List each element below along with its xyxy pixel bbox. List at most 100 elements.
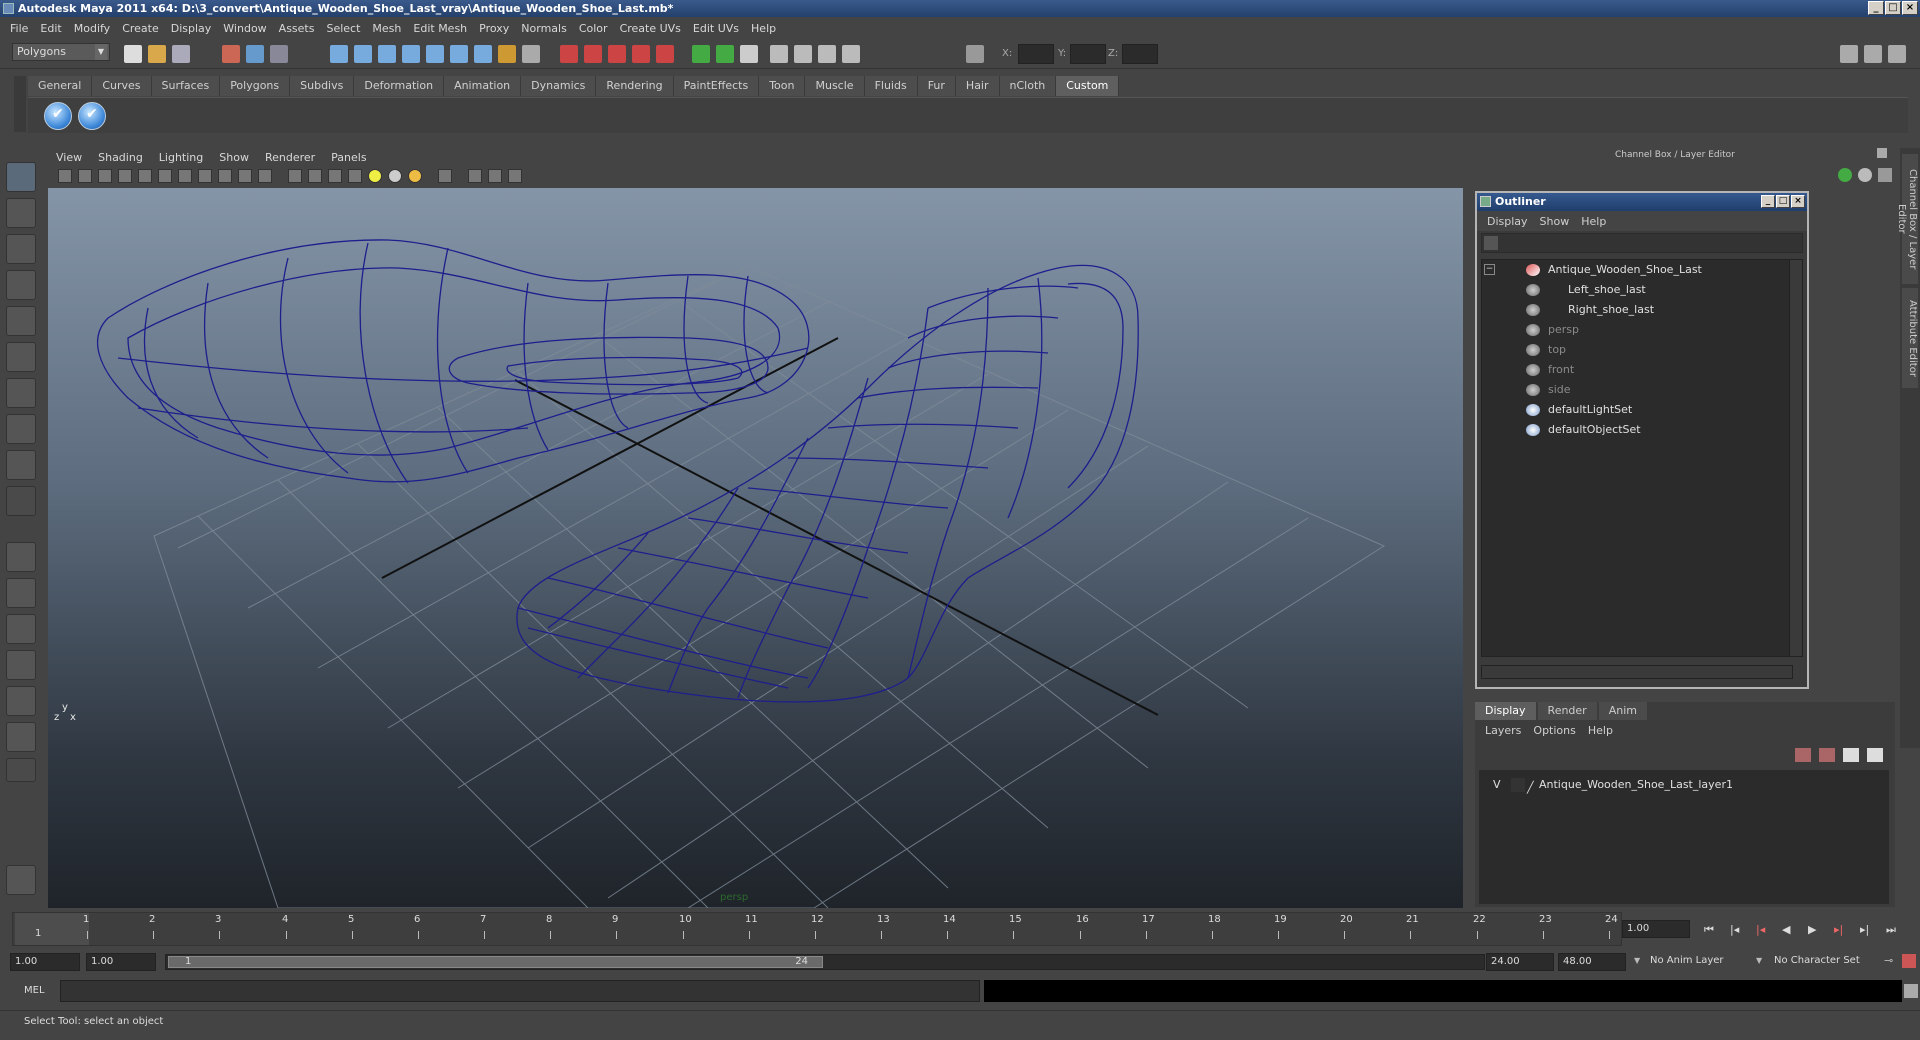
- perspective-viewport[interactable]: y x z persp: [48, 188, 1463, 908]
- outliner-item-right-shoe[interactable]: Right_shoe_last: [1482, 300, 1782, 320]
- rotate-tool-icon[interactable]: [6, 306, 36, 336]
- tool-settings-toggle-icon[interactable]: [1864, 45, 1882, 63]
- outliner-maximize-button[interactable]: □: [1776, 195, 1790, 208]
- outliner-vertical-scrollbar[interactable]: [1789, 259, 1803, 657]
- menu-select[interactable]: Select: [320, 22, 366, 35]
- shelf-tab-fur[interactable]: Fur: [917, 76, 956, 96]
- select-tool-icon[interactable]: [6, 162, 36, 192]
- shelf-tab-deformation[interactable]: Deformation: [354, 76, 445, 96]
- help-icon[interactable]: [474, 45, 492, 63]
- menu-create-uvs[interactable]: Create UVs: [614, 22, 687, 35]
- scale-tool-icon[interactable]: [6, 342, 36, 372]
- menu-mesh[interactable]: Mesh: [366, 22, 407, 35]
- isolate-select-icon[interactable]: [438, 169, 452, 183]
- step-forward-frame-icon[interactable]: ▸|: [1834, 923, 1843, 936]
- menu-create[interactable]: Create: [116, 22, 165, 35]
- menu-edit-mesh[interactable]: Edit Mesh: [407, 22, 473, 35]
- menu-color[interactable]: Color: [573, 22, 614, 35]
- layer-row[interactable]: V ╱ Antique_Wooden_Shoe_Last_layer1: [1479, 776, 1889, 794]
- menu-edit[interactable]: Edit: [34, 22, 67, 35]
- layer-color-swatch-icon[interactable]: ╱: [1527, 779, 1534, 797]
- viewport-menu-view[interactable]: View: [48, 151, 90, 164]
- layer-tab-display[interactable]: Display: [1475, 702, 1536, 720]
- channel-box-close-icon[interactable]: [1877, 148, 1887, 158]
- outliner-item-front[interactable]: front: [1482, 360, 1782, 380]
- shelf-tab-fluids[interactable]: Fluids: [864, 76, 918, 96]
- shelf-tab-surfaces[interactable]: Surfaces: [151, 76, 221, 96]
- layer-menu-options[interactable]: Options: [1527, 724, 1581, 737]
- outliner-menu-help[interactable]: Help: [1575, 215, 1612, 228]
- playback-start-field[interactable]: 1.00: [86, 953, 156, 971]
- ambient-icon[interactable]: [794, 45, 812, 63]
- layer-type-toggle[interactable]: [1511, 778, 1525, 792]
- field-chart-icon[interactable]: [218, 169, 232, 183]
- four-view-layout-icon[interactable]: [6, 578, 36, 608]
- current-time-field[interactable]: 1.00: [1622, 920, 1690, 938]
- mel-command-input[interactable]: [60, 980, 980, 1002]
- new-layer-icon[interactable]: [1843, 748, 1859, 762]
- lasso-tool-icon[interactable]: [6, 198, 36, 228]
- safe-action-icon[interactable]: [238, 169, 252, 183]
- image-plane-icon[interactable]: [118, 169, 132, 183]
- menu-file[interactable]: File: [4, 22, 34, 35]
- select-camera-icon[interactable]: [58, 169, 72, 183]
- viewport-menu-lighting[interactable]: Lighting: [151, 151, 211, 164]
- shelf-tab-ncloth[interactable]: nCloth: [999, 76, 1057, 96]
- gate-mask-icon[interactable]: [198, 169, 212, 183]
- custom-shelf-tool-icon[interactable]: [6, 865, 36, 895]
- current-frame-marker[interactable]: [15, 913, 89, 945]
- playback-end-field[interactable]: 24.00: [1486, 953, 1554, 971]
- lock-icon[interactable]: [498, 45, 516, 63]
- select-hierarchy-icon[interactable]: [222, 45, 240, 63]
- collapse-icon[interactable]: −: [1484, 264, 1495, 275]
- outliner-close-button[interactable]: ×: [1791, 195, 1805, 208]
- script-editor-icon[interactable]: [1904, 984, 1918, 998]
- shelf-menu-handle[interactable]: [14, 76, 26, 132]
- go-to-start-icon[interactable]: ⏮: [1704, 923, 1714, 937]
- shelf-tab-general[interactable]: General: [28, 76, 93, 96]
- outliner-item-left-shoe[interactable]: Left_shoe_last: [1482, 280, 1782, 300]
- mel-label[interactable]: MEL: [24, 985, 45, 996]
- all-lights-icon[interactable]: [388, 169, 402, 183]
- new-scene-icon[interactable]: [124, 45, 142, 63]
- paint-select-tool-icon[interactable]: [6, 234, 36, 264]
- z-field[interactable]: [1122, 44, 1158, 64]
- hypershade-persp-layout-icon[interactable]: [6, 686, 36, 716]
- step-back-frame-icon[interactable]: |◂: [1756, 923, 1765, 936]
- animation-end-field[interactable]: 48.00: [1558, 953, 1626, 971]
- wireframe-icon[interactable]: [818, 45, 836, 63]
- outliner-item-default-object-set[interactable]: defaultObjectSet: [1482, 420, 1782, 440]
- safe-title-icon[interactable]: [258, 169, 272, 183]
- menu-display[interactable]: Display: [165, 22, 218, 35]
- select-object-icon[interactable]: [246, 45, 264, 63]
- character-set-dropdown[interactable]: No Character Set: [1770, 953, 1880, 971]
- outliner-filter-icon[interactable]: [1484, 236, 1498, 250]
- snap-point-icon[interactable]: [378, 45, 396, 63]
- render-current-icon[interactable]: [560, 45, 578, 63]
- render-settings-icon[interactable]: [608, 45, 626, 63]
- outliner-horizontal-scrollbar[interactable]: [1481, 665, 1793, 679]
- show-manipulator-icon[interactable]: [6, 450, 36, 480]
- outliner-minimize-button[interactable]: _: [1761, 195, 1775, 208]
- channel-box-toggle-icon[interactable]: [1888, 45, 1906, 63]
- smooth-shading-icon[interactable]: [308, 169, 322, 183]
- shelf-tab-animation[interactable]: Animation: [444, 76, 522, 96]
- go-to-end-icon[interactable]: ⏭: [1886, 923, 1896, 937]
- viewport-menu-renderer[interactable]: Renderer: [257, 151, 323, 164]
- range-slider-handle[interactable]: 1 24: [168, 956, 823, 968]
- bookmarks-icon[interactable]: [98, 169, 112, 183]
- display-icon[interactable]: [740, 45, 758, 63]
- transform-mode-icon[interactable]: [966, 45, 984, 63]
- shelf-tab-polygons[interactable]: Polygons: [220, 76, 291, 96]
- shaded-icon[interactable]: [842, 45, 860, 63]
- layer-visibility-toggle[interactable]: V: [1493, 776, 1501, 794]
- save-scene-icon[interactable]: [172, 45, 190, 63]
- texture-icon[interactable]: [770, 45, 788, 63]
- x-field[interactable]: [1018, 44, 1054, 64]
- grid-toggle-icon[interactable]: [138, 169, 152, 183]
- attribute-editor-side-tab[interactable]: Attribute Editor: [1902, 288, 1918, 388]
- play-backward-icon[interactable]: ◀: [1782, 923, 1790, 936]
- single-perspective-layout-icon[interactable]: [6, 542, 36, 572]
- minimize-button[interactable]: _: [1868, 1, 1884, 15]
- step-back-key-icon[interactable]: |◂: [1730, 923, 1739, 936]
